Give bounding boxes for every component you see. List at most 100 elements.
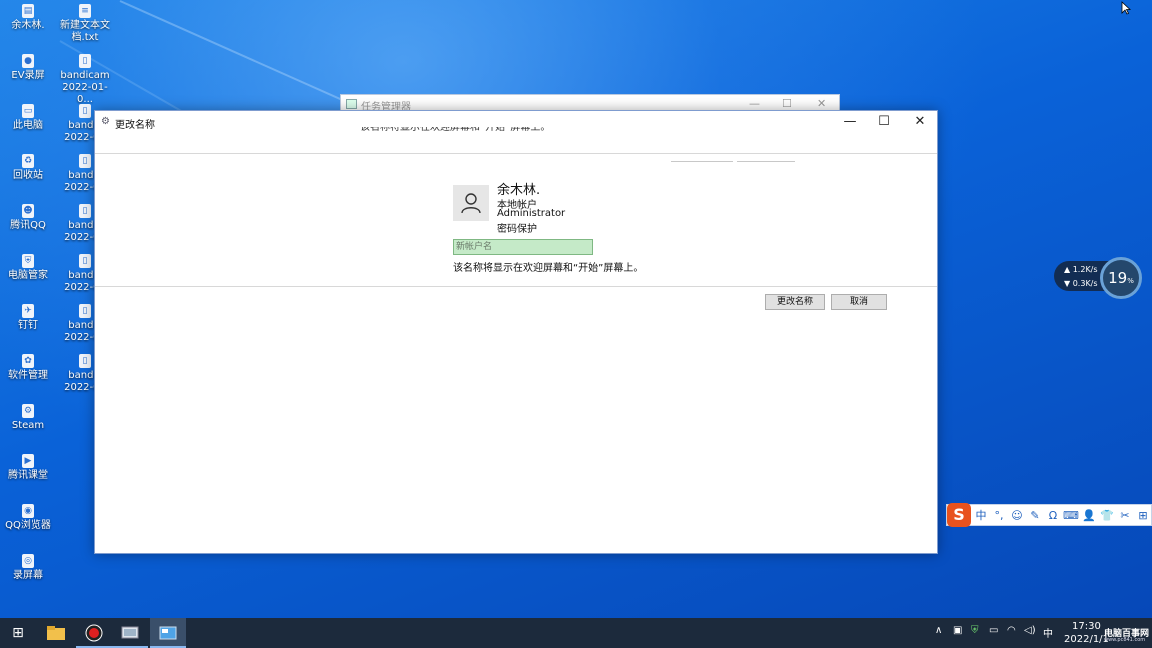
keyboard-icon[interactable]: ⌨ bbox=[1063, 508, 1079, 524]
volume-icon[interactable]: ◁) bbox=[1024, 625, 1036, 636]
header-divider bbox=[95, 153, 937, 154]
computer-icon: ▭ bbox=[22, 104, 34, 118]
download-unit: K/s bbox=[1085, 279, 1098, 288]
desktop-icon-this-pc[interactable]: ▭ 此电脑 bbox=[0, 104, 56, 132]
grid-menu-icon[interactable]: ⊞ bbox=[1135, 508, 1151, 524]
desktop-icon-bandicam-file[interactable]: ▯ bandicam 2022-01-0... bbox=[57, 54, 113, 106]
battery-icon[interactable]: ▭ bbox=[989, 625, 998, 636]
account-group: Administrator bbox=[497, 208, 566, 219]
screen-recorder-icon: ◎ bbox=[22, 554, 34, 568]
user-icon[interactable]: 👤 bbox=[1081, 508, 1097, 524]
user-avatar-icon bbox=[461, 193, 481, 214]
qq-icon: ☻ bbox=[22, 204, 34, 218]
faint-underline bbox=[671, 161, 733, 162]
desktop-icon-dingtalk[interactable]: ✈ 钉钉 bbox=[0, 304, 56, 332]
upload-unit: K/s bbox=[1085, 265, 1098, 274]
skin-icon[interactable]: 👕 bbox=[1099, 508, 1115, 524]
punctuation-icon[interactable]: °, bbox=[991, 508, 1007, 524]
footer-divider bbox=[95, 286, 937, 287]
start-button[interactable]: ⊞ bbox=[0, 618, 36, 648]
ev-recorder-icon: ● bbox=[22, 54, 34, 68]
desktop-icon-pc-manager[interactable]: ⛨ 电脑管家 bbox=[0, 254, 56, 282]
file-icon: ▯ bbox=[79, 204, 91, 218]
dingtalk-icon: ✈ bbox=[22, 304, 34, 318]
task-manager-minimize-button[interactable]: — bbox=[749, 97, 760, 110]
desktop-icon-text-file[interactable]: ≡ 新建文本文 档.txt bbox=[57, 4, 113, 44]
file-icon: ▯ bbox=[79, 104, 91, 118]
task-manager-close-button[interactable]: ✕ bbox=[817, 97, 826, 110]
recorder-icon bbox=[85, 624, 103, 642]
desktop-icon-qq-browser[interactable]: ◉ QQ浏览器 bbox=[0, 504, 56, 532]
file-icon: ▯ bbox=[79, 254, 91, 268]
network-speed-widget[interactable]: ▲ 1.2K/s ▼ 0.3K/s 19% bbox=[1054, 257, 1146, 299]
desktop-icon-tencent-classroom[interactable]: ▶ 腾讯课堂 bbox=[0, 454, 56, 482]
file-icon: ▯ bbox=[79, 54, 91, 68]
name-hint: 该名称将显示在欢迎屏幕和“开始”屏幕上。 bbox=[453, 263, 644, 274]
cancel-button[interactable]: 取消 bbox=[831, 294, 887, 310]
upload-arrow-icon: ▲ bbox=[1064, 265, 1071, 274]
taskbar-control-panel[interactable] bbox=[150, 618, 186, 648]
mouse-cursor-icon bbox=[1121, 1, 1131, 15]
windows-logo-icon: ⊞ bbox=[12, 625, 24, 641]
desktop-icon-ev-recorder[interactable]: ● EV录屏 bbox=[0, 54, 56, 82]
rename-dialog: ⚙ 更改名称 — ☐ ✕ 该名称将显示在欢迎屏幕和“开始”屏幕上。 余木林. 本… bbox=[94, 110, 938, 554]
user-settings-icon: ⚙ bbox=[101, 116, 110, 127]
close-button[interactable]: ✕ bbox=[903, 111, 937, 133]
change-name-button[interactable]: 更改名称 bbox=[765, 294, 825, 310]
file-icon: ▯ bbox=[79, 154, 91, 168]
symbol-icon[interactable]: Ω bbox=[1045, 508, 1061, 524]
app-icon bbox=[121, 626, 139, 639]
download-speed: ▼ 0.3K/s bbox=[1064, 279, 1098, 288]
upload-value: 1.2 bbox=[1072, 265, 1086, 274]
wifi-icon[interactable]: ◠ bbox=[1007, 625, 1016, 636]
cpu-value: 19 bbox=[1108, 269, 1128, 287]
desktop-icon-software-manager[interactable]: ✿ 软件管理 bbox=[0, 354, 56, 382]
minimize-button[interactable]: — bbox=[833, 111, 867, 133]
tray-app-icon[interactable]: ▣ bbox=[953, 625, 962, 636]
cpu-unit: % bbox=[1127, 277, 1134, 285]
tray-ime-indicator[interactable]: 中 bbox=[1043, 625, 1053, 640]
desktop-icon-steam[interactable]: ⚙ Steam bbox=[0, 404, 56, 432]
file-icon: ▯ bbox=[79, 304, 91, 318]
password-status: 密码保护 bbox=[497, 224, 537, 235]
download-arrow-icon: ▼ bbox=[1064, 279, 1071, 288]
file-icon: ▯ bbox=[79, 354, 91, 368]
new-account-name-input[interactable] bbox=[453, 239, 593, 255]
software-manager-icon: ✿ bbox=[22, 354, 34, 368]
desktop-icon-screen-recorder[interactable]: ◎ 录屏幕 bbox=[0, 554, 56, 582]
task-manager-maximize-button[interactable]: ☐ bbox=[782, 97, 792, 110]
task-manager-icon bbox=[346, 99, 357, 109]
clock-date[interactable]: 2022/1/1 bbox=[1064, 634, 1109, 645]
avatar bbox=[453, 185, 489, 221]
handwriting-icon[interactable]: ✎ bbox=[1027, 508, 1043, 524]
pc-manager-icon: ⛨ bbox=[22, 254, 34, 268]
taskbar-file-explorer[interactable] bbox=[38, 618, 74, 648]
desktop-icon-qq[interactable]: ☻ 腾讯QQ bbox=[0, 204, 56, 232]
toolbox-icon[interactable]: ✂ bbox=[1117, 508, 1133, 524]
user-folder-icon: ▤ bbox=[22, 4, 34, 18]
desktop-icon-recycle-bin[interactable]: ♻ 回收站 bbox=[0, 154, 56, 182]
ime-mode-toggle[interactable]: 中 bbox=[973, 508, 989, 524]
tray-overflow-arrow[interactable]: ∧ bbox=[935, 625, 942, 636]
desktop: ▤ 余木林. ● EV录屏 ▭ 此电脑 ♻ 回收站 ☻ 腾讯QQ ⛨ 电脑管家 … bbox=[0, 0, 1152, 618]
clock-time[interactable]: 17:30 bbox=[1072, 621, 1101, 632]
taskbar-recorder[interactable] bbox=[76, 618, 112, 648]
desktop-icon-user-folder[interactable]: ▤ 余木林. bbox=[0, 4, 56, 32]
taskbar: ⊞ ∧ ▣ ⛨ ▭ ◠ ◁) 中 17:30 2022/1/1 电脑百事网 ww… bbox=[0, 618, 1152, 648]
taskbar-app[interactable] bbox=[112, 618, 148, 648]
qq-browser-icon: ◉ bbox=[22, 504, 34, 518]
upload-speed: ▲ 1.2K/s bbox=[1064, 265, 1098, 274]
clipped-description: 该名称将显示在欢迎屏幕和“开始”屏幕上。 bbox=[360, 127, 551, 133]
ime-toolbar[interactable]: S 中 °, ☺ ✎ Ω ⌨ 👤 👕 ✂ ⊞ bbox=[946, 503, 1152, 527]
dialog-title: 更改名称 bbox=[115, 120, 155, 131]
text-file-icon: ≡ bbox=[79, 4, 91, 18]
maximize-button[interactable]: ☐ bbox=[867, 111, 901, 133]
tray-security-icon[interactable]: ⛨ bbox=[971, 625, 979, 636]
cpu-usage-gauge: 19% bbox=[1100, 257, 1142, 299]
file-explorer-icon bbox=[47, 626, 65, 640]
watermark-url: www.pc841.com bbox=[1104, 637, 1146, 643]
sogou-ime-icon[interactable]: S bbox=[947, 503, 971, 527]
tencent-classroom-icon: ▶ bbox=[22, 454, 34, 468]
emoji-icon[interactable]: ☺ bbox=[1009, 508, 1025, 524]
faint-underline bbox=[737, 161, 795, 162]
